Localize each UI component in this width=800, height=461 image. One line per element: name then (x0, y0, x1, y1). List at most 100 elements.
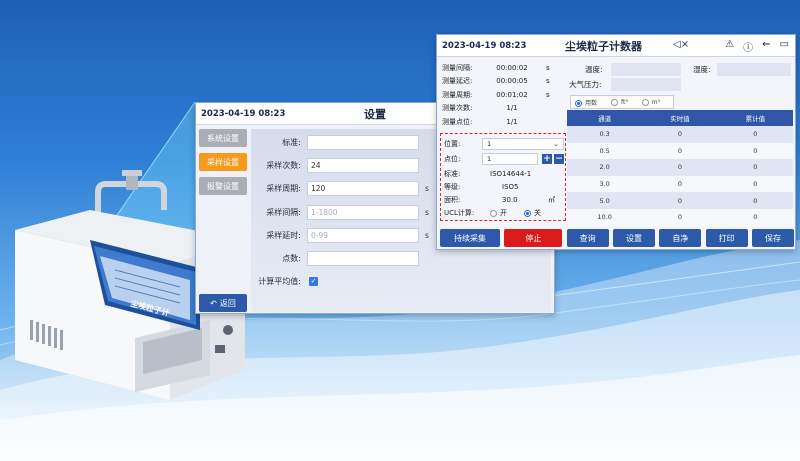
pressure-label: 大气压力: (569, 79, 602, 89)
unit-option[interactable]: ft³ (611, 98, 628, 106)
param-area: 面积: 30.0 ㎡ (444, 194, 564, 206)
back-button[interactable]: ↶ 返回 (199, 294, 247, 312)
points-input[interactable] (307, 251, 419, 266)
table-row: 0.5 0 0 (567, 142, 793, 160)
table-cell: 0.3 (599, 130, 610, 139)
settings-datetime: 2023-04-19 08:23 (201, 108, 286, 119)
table-cell: 0 (677, 146, 683, 155)
standard-value: ISO14644-1 (490, 170, 532, 178)
info-unit: s (546, 63, 550, 72)
area-value: 30.0 (502, 196, 518, 204)
unit-option[interactable]: m³ (641, 98, 661, 106)
increment-button[interactable]: + (542, 154, 552, 164)
param-label: 标准: (444, 170, 461, 178)
tab-system-settings[interactable]: 系统设置 (199, 129, 247, 147)
point-stepper-field[interactable]: 1 (482, 153, 538, 165)
standard-input[interactable] (307, 135, 419, 150)
param-standard: 标准: ISO14644-1 (444, 168, 564, 180)
table-body: 0.3 0 0 0.5 0 0 2.0 0 0 3.0 0 0 5.0 0 0 … (567, 126, 793, 226)
point-value: 1 (487, 155, 492, 163)
self-clean-button[interactable]: 自净 (659, 229, 702, 247)
info-row: 测量间隔: 00:00:02 s (442, 61, 560, 75)
sample-count-input[interactable]: 24 (307, 158, 419, 173)
query-button[interactable]: 查询 (566, 229, 609, 247)
table-cell: 2.0 (599, 163, 610, 172)
settings-button[interactable]: 设置 (612, 229, 655, 247)
back-arrow-icon: ↶ (210, 298, 217, 308)
column-header: 实时值 (670, 115, 690, 123)
unit-label: s (425, 208, 429, 217)
table-cell: 0 (677, 163, 683, 172)
table-row: 5.0 0 0 (567, 192, 793, 209)
unit-option[interactable]: 用数 (575, 98, 597, 107)
table-cell: 0 (753, 213, 758, 222)
info-value: 00:00:05 (496, 77, 528, 86)
info-value: 1/1 (506, 117, 518, 126)
table-cell: 3.0 (599, 180, 610, 189)
unit-label: ft³ (621, 98, 628, 106)
column-header: 累计值 (745, 115, 766, 123)
unit-selector: 用数 ft³ m³ (570, 95, 674, 109)
usb-icon: ⇜ (762, 39, 771, 50)
ucl-on-radio[interactable]: 开 (490, 208, 507, 218)
settings-sidebar: 系统设置 采样设置 报警设置 ↶ 返回 (199, 129, 251, 312)
info-value: 00:01:02 (496, 90, 528, 99)
tab-alarm-settings[interactable]: 报警设置 (199, 177, 247, 195)
chevron-down-icon: ⌄ (553, 140, 559, 148)
back-label: 返回 (219, 298, 236, 308)
field-label: 采样延时: (266, 231, 301, 240)
param-label: 点位: (444, 155, 461, 163)
temperature-label: 温度: (585, 64, 603, 74)
radio-icon (490, 209, 497, 217)
param-label: UCL计算: (444, 209, 475, 217)
radio-selected-icon (524, 209, 531, 217)
form-row-points: 点数: (251, 250, 551, 267)
average-checkbox[interactable]: ✓ (309, 277, 318, 286)
sample-delay-input[interactable]: 0-99 (307, 228, 419, 243)
table-cell: 0 (753, 180, 758, 189)
table-header: 通道 实时值 累计值 (567, 110, 793, 126)
ucl-on-label: 开 (500, 209, 507, 217)
info-key: 测量点位: (442, 117, 473, 126)
table-cell: 0 (677, 130, 683, 139)
pressure-value (611, 78, 681, 91)
position-value: 1 (487, 140, 492, 148)
unit-label: m³ (651, 98, 661, 106)
position-select[interactable]: 1 ⌄ (482, 138, 564, 150)
ucl-off-radio[interactable]: 关 (524, 208, 541, 218)
sample-interval-input[interactable]: 1-1800 (307, 205, 419, 220)
param-label: 等级: (444, 183, 461, 191)
field-label: 标准: (282, 138, 301, 147)
continuous-sampling-button[interactable]: 持续采集 (440, 229, 500, 247)
print-button[interactable]: 打印 (705, 229, 748, 247)
info-row: 测量延迟: 00:00:05 s (442, 75, 560, 89)
info-key: 测量次数: (442, 104, 473, 113)
radio-icon (641, 98, 649, 106)
temperature-value (611, 63, 681, 76)
radio-icon (611, 98, 619, 106)
sampling-params-box: 位置: 1 ⌄ 点位: 1 + − 标准: ISO14644-1 等级: ISO… (440, 133, 566, 221)
status-icons: ⚠ ⓘ ⇜ ▭ (725, 39, 789, 54)
radio-selected-icon (575, 99, 582, 107)
stop-button[interactable]: 停止 (504, 229, 563, 247)
info-row: 测量次数: 1/1 (442, 102, 560, 116)
field-label: 计算平均值: (258, 277, 301, 286)
humidity-value (717, 63, 791, 76)
param-label: 面积: (444, 196, 461, 204)
area-unit: ㎡ (548, 196, 555, 204)
sample-period-input[interactable]: 120 (307, 181, 419, 196)
warning-icon[interactable]: ⚠ (725, 39, 734, 54)
form-row-average: 计算平均值: ✓ (251, 273, 551, 290)
info-icon[interactable]: ⓘ (743, 39, 753, 54)
table-cell: 0 (753, 163, 758, 172)
param-point: 点位: 1 + − (444, 153, 564, 165)
field-label: 点数: (282, 254, 301, 263)
channel-table: 通道 实时值 累计值 0.3 0 0 0.5 0 0 2.0 0 0 3.0 0 (567, 110, 793, 226)
param-ucl: UCL计算: 开 关 (444, 207, 564, 219)
field-label: 采样间隔: (266, 208, 301, 217)
field-label: 采样次数: (266, 161, 301, 170)
save-button[interactable]: 保存 (751, 229, 794, 247)
tab-sampling-settings[interactable]: 采样设置 (199, 153, 247, 171)
decrement-button[interactable]: − (554, 154, 564, 164)
mute-icon[interactable]: ◁× (673, 39, 689, 50)
